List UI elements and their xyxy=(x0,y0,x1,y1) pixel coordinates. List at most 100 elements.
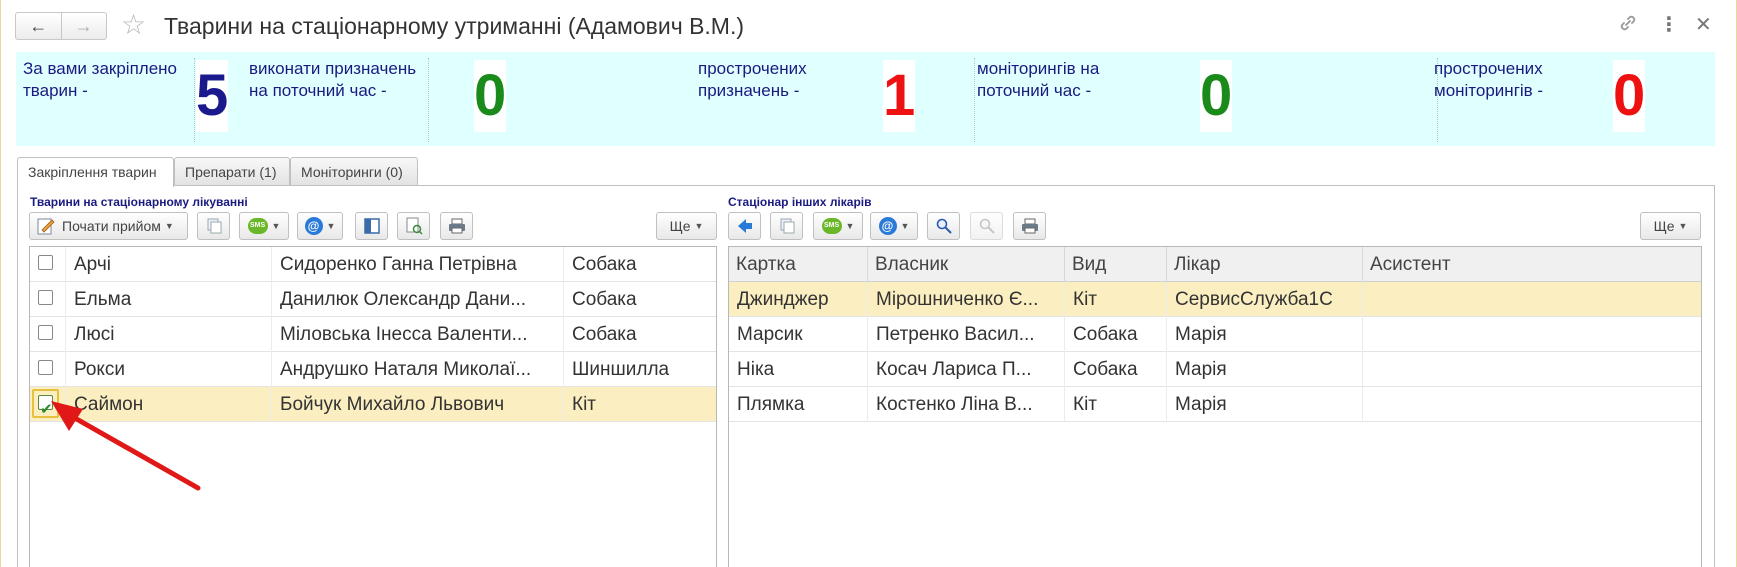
report-button[interactable] xyxy=(397,212,430,240)
table-row[interactable]: Люсі Міловська Інесса Валенти... Собака xyxy=(30,317,716,352)
todo-appointments-label: виконати призначень на поточний час - xyxy=(249,58,429,142)
chevron-down-icon: ▼ xyxy=(164,221,174,231)
column-header-assistant[interactable]: Асистент xyxy=(1363,247,1701,282)
more-menu-icon[interactable]: ⋮ xyxy=(1659,12,1679,38)
chevron-down-icon: ▼ xyxy=(271,221,281,231)
column-header-doctor[interactable]: Лікар xyxy=(1167,247,1363,282)
search-disabled-icon xyxy=(979,218,995,234)
table-row-selected[interactable]: Джинджер Мірошниченко Є... Кіт СервисСлу… xyxy=(729,282,1701,317)
owner: Міловська Інесса Валенти... xyxy=(272,317,564,352)
owner: Костенко Ліна В... xyxy=(868,387,1065,422)
back-button[interactable]: ← xyxy=(16,13,61,39)
species: Кіт xyxy=(1065,387,1167,422)
sms-icon: SMS xyxy=(821,218,842,234)
table-row[interactable]: Плямка Костенко Ліна В... Кіт Марія xyxy=(729,387,1701,422)
favorite-star-icon[interactable]: ☆ xyxy=(121,10,146,40)
card: Плямка xyxy=(729,387,868,422)
start-appointment-label: Почати прийом xyxy=(62,218,161,234)
print-button[interactable] xyxy=(1013,212,1046,240)
start-appointment-button[interactable]: Почати прийом ▼ xyxy=(29,212,188,240)
doctor: Марія xyxy=(1167,387,1363,422)
checkbox[interactable] xyxy=(38,290,53,305)
email-button[interactable]: @ ▼ xyxy=(297,212,343,240)
table-row[interactable]: Рокси Андрушко Наталя Миколаї... Шиншилл… xyxy=(30,352,716,387)
overdue-monitorings-count: 0 xyxy=(1613,60,1645,132)
print-button[interactable] xyxy=(440,212,473,240)
sms-button[interactable]: SMS ▼ xyxy=(813,212,863,240)
link-button[interactable] xyxy=(1617,12,1639,41)
card: Джинджер xyxy=(729,282,868,317)
card: Марсик xyxy=(729,317,868,352)
owner: Мірошниченко Є... xyxy=(868,282,1065,317)
email-button[interactable]: @ ▼ xyxy=(870,212,918,240)
arrow-right-icon: → xyxy=(74,15,93,36)
assistant xyxy=(1363,282,1701,317)
doctor: Марія xyxy=(1167,317,1363,352)
book-icon xyxy=(363,218,380,234)
table-row[interactable]: Ніка Косач Лариса П... Собака Марія xyxy=(729,352,1701,387)
species: Кіт xyxy=(572,394,596,415)
copy-icon xyxy=(780,218,794,234)
species: Шиншилла xyxy=(572,359,670,380)
copy-button[interactable] xyxy=(770,212,803,240)
back-to-list-button[interactable] xyxy=(728,212,761,240)
owner: Бойчук Михайло Львович xyxy=(272,387,564,422)
divider xyxy=(628,58,632,142)
animal-name: Арчі xyxy=(66,247,272,282)
sms-icon: SMS xyxy=(247,218,268,234)
search-button[interactable] xyxy=(927,212,960,240)
checkbox-cell[interactable] xyxy=(30,317,66,352)
chevron-down-icon: ▼ xyxy=(845,221,855,231)
left-more-button[interactable]: Ще ▼ xyxy=(656,212,717,240)
arrow-left-icon: ← xyxy=(29,15,48,36)
species: Собака xyxy=(1065,352,1167,387)
species: Кіт xyxy=(1065,282,1167,317)
tab-monitorings[interactable]: Моніторинги (0) xyxy=(290,157,418,186)
checkbox-cell[interactable] xyxy=(30,282,66,317)
assistant xyxy=(1363,317,1701,352)
doctor: СервисСлужба1С xyxy=(1167,282,1363,317)
card: Ніка xyxy=(729,352,868,387)
cancel-search-button[interactable] xyxy=(970,212,1003,240)
copy-button[interactable] xyxy=(197,212,230,240)
tab-assignment[interactable]: Закріплення тварин xyxy=(17,157,174,187)
link-icon xyxy=(1620,15,1636,31)
animal-name: Люсі xyxy=(66,317,272,352)
info-panel: За вами закріплено тварин - 5 виконати п… xyxy=(16,52,1715,146)
chevron-down-icon: ▼ xyxy=(326,221,336,231)
sms-button[interactable]: SMS ▼ xyxy=(239,212,289,240)
checkbox[interactable] xyxy=(38,325,53,340)
doctor: Марія xyxy=(1167,352,1363,387)
table-row[interactable]: Марсик Петренко Васил... Собака Марія xyxy=(729,317,1701,352)
overdue-appointments-count: 1 xyxy=(883,60,915,132)
table-row[interactable]: Ельма Данилюк Олександр Дани... Собака xyxy=(30,282,716,317)
annotation-arrow-icon xyxy=(51,401,201,491)
right-more-button[interactable]: Ще ▼ xyxy=(1640,212,1701,240)
right-group-title: Стаціонар інших лікарів xyxy=(728,195,872,209)
overdue-appointments-label: прострочених призначень - xyxy=(698,59,807,100)
monitorings-now-label: моніторингів на поточний час - xyxy=(977,59,1100,100)
more-label: Ще xyxy=(669,218,691,234)
more-label: Ще xyxy=(1653,218,1675,234)
todo-appointments-count: 0 xyxy=(474,60,506,132)
checkbox-cell[interactable] xyxy=(30,247,66,282)
title-bar: ← → ☆ Тварини на стаціонарному утриманні… xyxy=(1,0,1737,50)
species: Собака xyxy=(572,289,637,310)
tab-medications[interactable]: Препарати (1) xyxy=(174,157,290,186)
column-header-species[interactable]: Вид xyxy=(1065,247,1167,282)
forward-button[interactable]: → xyxy=(60,13,107,39)
checkbox[interactable] xyxy=(38,255,53,270)
arrow-left-blue-icon xyxy=(737,219,752,233)
divider xyxy=(971,58,975,142)
table-row[interactable]: Арчі Сидоренко Ганна Петрівна Собака xyxy=(30,247,716,282)
column-header-owner[interactable]: Власник xyxy=(868,247,1065,282)
close-icon[interactable]: ✕ xyxy=(1695,12,1712,38)
animal-name: Рокси xyxy=(66,352,272,387)
checkbox[interactable] xyxy=(38,360,53,375)
card-button[interactable] xyxy=(355,212,388,240)
search-icon xyxy=(936,218,952,234)
column-header-card[interactable]: Картка xyxy=(729,247,868,282)
checkbox-cell[interactable] xyxy=(30,352,66,387)
left-group-title: Тварини на стаціонарному лікуванні xyxy=(30,195,248,209)
owner: Андрушко Наталя Миколаї... xyxy=(272,352,564,387)
